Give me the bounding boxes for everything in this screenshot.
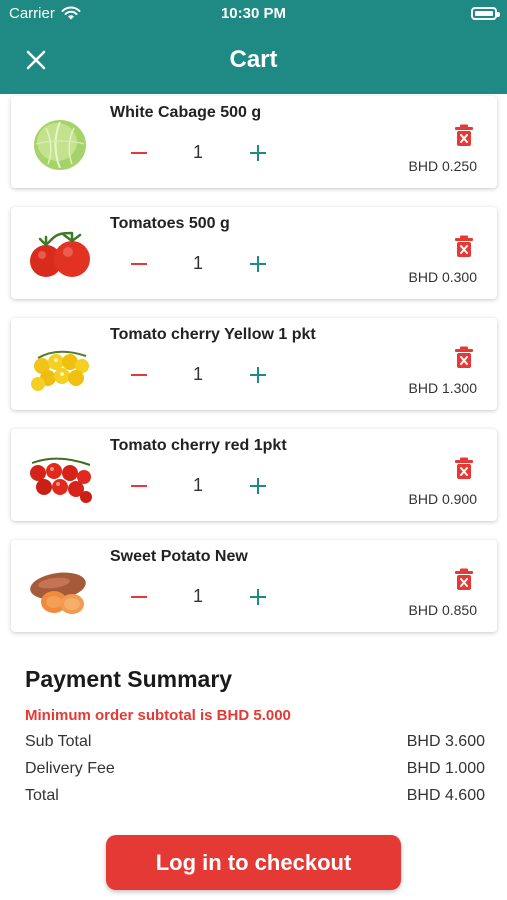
quantity-stepper: 1 — [128, 251, 268, 277]
decrease-quantity-button[interactable] — [128, 251, 150, 277]
total-row: Total BHD 4.600 — [25, 787, 485, 805]
increase-quantity-button[interactable] — [246, 473, 270, 499]
increase-quantity-button[interactable] — [246, 584, 270, 610]
item-price: BHD 0.900 — [408, 491, 477, 507]
cart-item-list: White Cabage 500 g 1 BHD 0.250 Tomatoes … — [11, 96, 497, 651]
item-name: Tomatoes 500 g — [110, 215, 230, 232]
trash-icon[interactable] — [455, 346, 473, 368]
battery-icon — [471, 7, 500, 20]
tomatoes-image — [30, 231, 90, 277]
delivery-fee-row: Delivery Fee BHD 1.000 — [25, 760, 485, 778]
delivery-fee-label: Delivery Fee — [25, 760, 115, 777]
decrease-quantity-button[interactable] — [128, 584, 150, 610]
item-price: BHD 1.300 — [408, 380, 477, 396]
total-label: Total — [25, 787, 59, 804]
decrease-quantity-button[interactable] — [128, 140, 150, 166]
quantity-stepper: 1 — [128, 473, 268, 499]
sweet-potato-image — [30, 572, 86, 614]
status-bar: Carrier 10:30 PM — [0, 0, 507, 30]
decrease-quantity-button[interactable] — [128, 362, 150, 388]
trash-icon[interactable] — [455, 568, 473, 590]
quantity-value: 1 — [192, 475, 203, 495]
cabbage-image — [34, 120, 86, 170]
red-cherry-tomatoes-image — [30, 457, 92, 503]
decrease-quantity-button[interactable] — [128, 473, 150, 499]
item-price: BHD 0.850 — [408, 602, 477, 618]
summary-title: Payment Summary — [25, 666, 233, 692]
item-name: White Cabage 500 g — [110, 104, 262, 121]
quantity-value: 1 — [192, 142, 203, 162]
cart-item: Sweet Potato New 1 BHD 0.850 — [11, 540, 497, 632]
trash-icon[interactable] — [455, 124, 473, 146]
cart-item: White Cabage 500 g 1 BHD 0.250 — [11, 96, 497, 188]
subtotal-value: BHD 3.600 — [406, 733, 485, 750]
subtotal-row: Sub Total BHD 3.600 — [25, 733, 485, 751]
item-name: Tomato cherry red 1pkt — [110, 437, 287, 454]
app-header: Carrier 10:30 PM Cart — [0, 0, 507, 94]
item-name: Sweet Potato New — [110, 548, 248, 565]
increase-quantity-button[interactable] — [246, 140, 270, 166]
quantity-stepper: 1 — [128, 362, 268, 388]
cart-item: Tomato cherry Yellow 1 pkt 1 BHD 1.300 — [11, 318, 497, 410]
increase-quantity-button[interactable] — [246, 251, 270, 277]
minimum-order-notice: Minimum order subtotal is BHD 5.000 — [25, 707, 291, 724]
item-name: Tomato cherry Yellow 1 pkt — [110, 326, 316, 343]
trash-icon[interactable] — [455, 235, 473, 257]
item-price: BHD 0.250 — [408, 158, 477, 174]
quantity-value: 1 — [192, 586, 203, 606]
increase-quantity-button[interactable] — [246, 362, 270, 388]
status-time: 10:30 PM — [220, 5, 287, 22]
cart-item: Tomato cherry red 1pkt 1 BHD 0.900 — [11, 429, 497, 521]
delivery-fee-value: BHD 1.000 — [406, 760, 485, 777]
checkout-button[interactable]: Log in to checkout — [106, 835, 401, 890]
payment-summary: Payment Summary Minimum order subtotal i… — [25, 666, 485, 805]
subtotal-label: Sub Total — [25, 733, 92, 750]
item-price: BHD 0.300 — [408, 269, 477, 285]
page-title: Cart — [229, 46, 278, 73]
quantity-stepper: 1 — [128, 584, 268, 610]
cart-item: Tomatoes 500 g 1 BHD 0.300 — [11, 207, 497, 299]
trash-icon[interactable] — [455, 457, 473, 479]
quantity-value: 1 — [192, 364, 203, 384]
quantity-value: 1 — [192, 253, 203, 273]
yellow-cherry-tomatoes-image — [31, 350, 89, 391]
quantity-stepper: 1 — [128, 140, 268, 166]
total-value: BHD 4.600 — [406, 787, 485, 804]
